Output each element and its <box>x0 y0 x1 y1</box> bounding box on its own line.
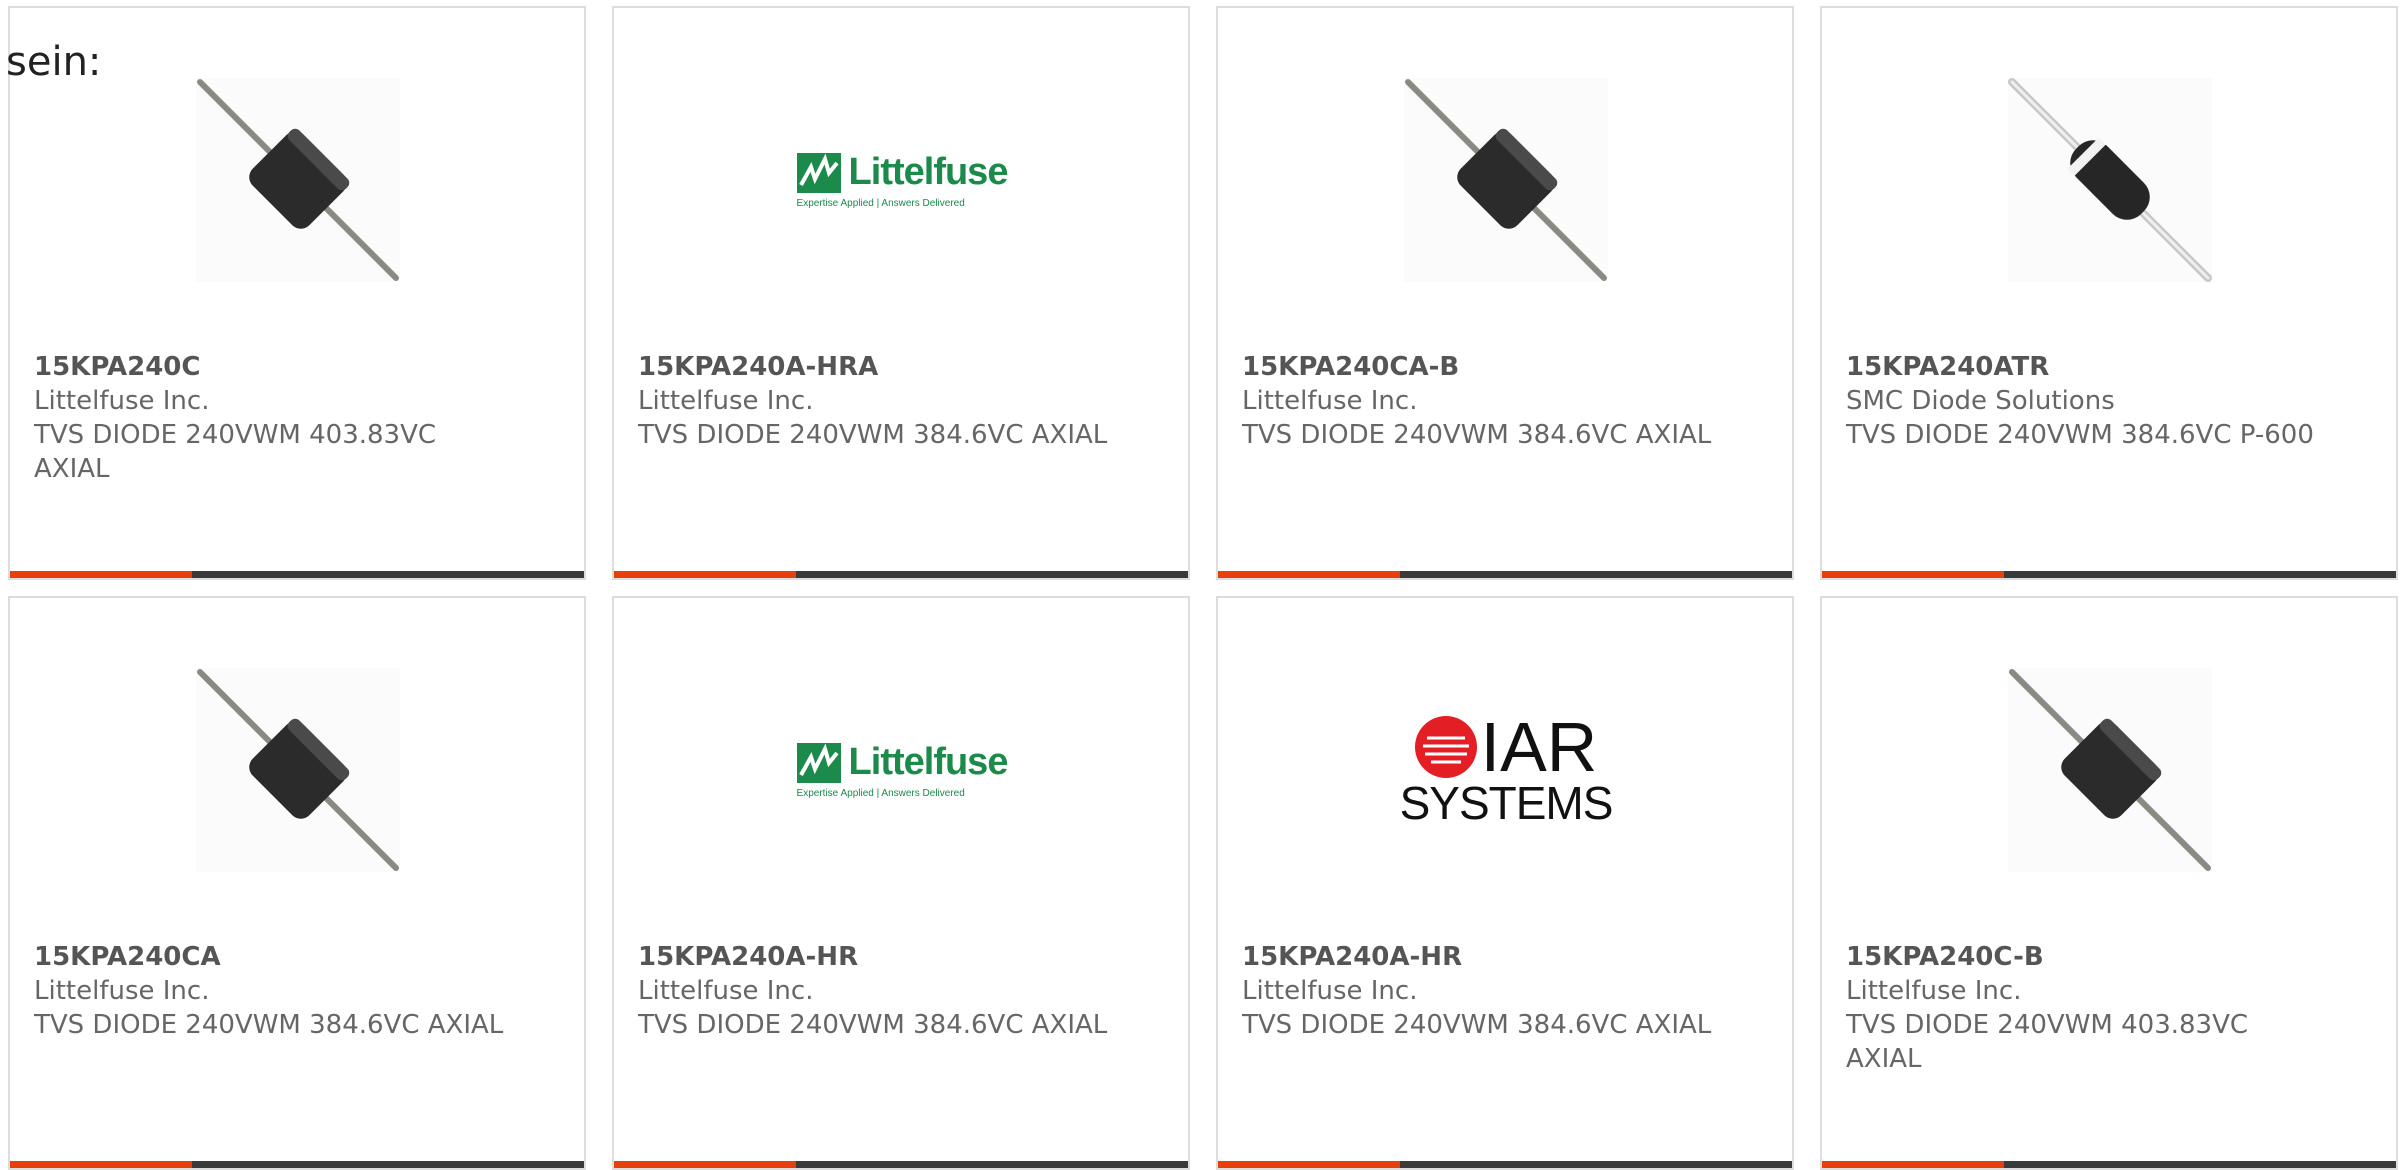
card-accent <box>1218 1161 1400 1168</box>
banded-diode-icon <box>2008 78 2212 282</box>
axial-diode-icon <box>197 79 399 281</box>
card-accent <box>1822 571 2004 578</box>
card-bottom-bar <box>1218 1161 1792 1168</box>
description: TVS DIODE 240VWM 403.83VC AXIAL <box>1846 1010 2249 1074</box>
product-info: 15KPA240C-B Littelfuse Inc. TVS DIODE 24… <box>1846 940 2316 1076</box>
iar-systems-logo: IAR SYSTEMS <box>1399 708 1614 829</box>
logo-wordmark: Littelfuse <box>848 151 1009 193</box>
description: TVS DIODE 240VWM 384.6VC P-600 <box>1846 420 2314 450</box>
description: TVS DIODE 240VWM 384.6VC AXIAL <box>1242 1010 1712 1040</box>
product-card[interactable]: 15KPA240ATR SMC Diode Solutions TVS DIOD… <box>1820 6 2398 580</box>
description: TVS DIODE 240VWM 384.6VC AXIAL <box>1242 420 1712 450</box>
axial-diode-icon <box>2009 669 2211 871</box>
logo-tagline: Expertise Applied | Answers Delivered <box>796 788 965 799</box>
part-number[interactable]: 15KPA240C-B <box>1846 940 2316 974</box>
littelfuse-mark-icon <box>796 742 841 783</box>
product-card[interactable]: IAR SYSTEMS 15KPA240A-HR Littelfuse Inc.… <box>1216 596 1794 1170</box>
axial-diode-icon <box>1405 79 1607 281</box>
card-accent <box>614 1161 796 1168</box>
part-number[interactable]: 15KPA240A-HR <box>1242 940 1712 974</box>
card-bottom-bar <box>1218 571 1792 578</box>
littelfuse-mark-icon <box>796 152 841 193</box>
littelfuse-logo: Littelfuse Expertise Applied | Answers D… <box>796 151 1009 209</box>
card-accent <box>1218 571 1400 578</box>
product-card[interactable]: 15KPA240C-B Littelfuse Inc. TVS DIODE 24… <box>1820 596 2398 1170</box>
product-info: 15KPA240A-HR Littelfuse Inc. TVS DIODE 2… <box>1242 940 1712 1042</box>
logo-tagline: Expertise Applied | Answers Delivered <box>796 198 965 209</box>
littelfuse-logo: Littelfuse Expertise Applied | Answers D… <box>796 741 1009 799</box>
product-info: 15KPA240CA Littelfuse Inc. TVS DIODE 240… <box>34 940 504 1042</box>
product-info: 15KPA240A-HRA Littelfuse Inc. TVS DIODE … <box>638 350 1108 452</box>
card-accent <box>614 571 796 578</box>
logo-tagline: SYSTEMS <box>1399 777 1614 829</box>
manufacturer: SMC Diode Solutions <box>1846 386 2115 416</box>
part-number[interactable]: 15KPA240ATR <box>1846 350 2316 384</box>
part-number[interactable]: 15KPA240CA <box>34 940 504 974</box>
manufacturer: Littelfuse Inc. <box>1242 976 1418 1006</box>
description: TVS DIODE 240VWM 384.6VC AXIAL <box>34 1010 504 1040</box>
axial-diode-icon <box>197 669 399 871</box>
card-accent <box>10 1161 192 1168</box>
card-bottom-bar <box>10 571 584 578</box>
product-image[interactable]: IAR SYSTEMS <box>1400 668 1613 872</box>
iar-circle-icon <box>1414 716 1477 778</box>
manufacturer: Littelfuse Inc. <box>34 386 210 416</box>
intro-text: sein: <box>6 39 102 85</box>
product-image[interactable]: Littelfuse Expertise Applied | Answers D… <box>796 668 1008 872</box>
manufacturer: Littelfuse Inc. <box>1242 386 1418 416</box>
card-bottom-bar <box>614 571 1188 578</box>
product-image[interactable]: Littelfuse Expertise Applied | Answers D… <box>796 78 1008 282</box>
manufacturer: Littelfuse Inc. <box>638 976 814 1006</box>
part-number[interactable]: 15KPA240A-HR <box>638 940 1108 974</box>
description: TVS DIODE 240VWM 403.83VC AXIAL <box>34 420 437 484</box>
card-bottom-bar <box>1822 571 2396 578</box>
card-accent <box>1822 1161 2004 1168</box>
card-bottom-bar <box>1822 1161 2396 1168</box>
card-bottom-bar <box>10 1161 584 1168</box>
product-image[interactable] <box>2008 668 2212 872</box>
product-image[interactable] <box>1404 78 1608 282</box>
product-card[interactable]: Littelfuse Expertise Applied | Answers D… <box>612 596 1190 1170</box>
product-card[interactable]: 15KPA240C Littelfuse Inc. TVS DIODE 240V… <box>8 6 586 580</box>
product-image[interactable] <box>2008 78 2212 282</box>
product-card[interactable]: 15KPA240CA Littelfuse Inc. TVS DIODE 240… <box>8 596 586 1170</box>
logo-wordmark: Littelfuse <box>848 741 1009 783</box>
manufacturer: Littelfuse Inc. <box>1846 976 2022 1006</box>
product-card[interactable]: Littelfuse Expertise Applied | Answers D… <box>612 6 1190 580</box>
product-card[interactable]: 15KPA240CA-B Littelfuse Inc. TVS DIODE 2… <box>1216 6 1794 580</box>
manufacturer: Littelfuse Inc. <box>34 976 210 1006</box>
card-bottom-bar <box>614 1161 1188 1168</box>
card-accent <box>10 571 192 578</box>
product-info: 15KPA240CA-B Littelfuse Inc. TVS DIODE 2… <box>1242 350 1712 452</box>
manufacturer: Littelfuse Inc. <box>638 386 814 416</box>
product-image[interactable] <box>196 78 400 282</box>
product-info: 15KPA240C Littelfuse Inc. TVS DIODE 240V… <box>34 350 504 486</box>
logo-wordmark: IAR <box>1480 708 1598 786</box>
description: TVS DIODE 240VWM 384.6VC AXIAL <box>638 1010 1108 1040</box>
description: TVS DIODE 240VWM 384.6VC AXIAL <box>638 420 1108 450</box>
part-number[interactable]: 15KPA240C <box>34 350 504 384</box>
part-number[interactable]: 15KPA240A-HRA <box>638 350 1108 384</box>
product-info: 15KPA240A-HR Littelfuse Inc. TVS DIODE 2… <box>638 940 1108 1042</box>
product-image[interactable] <box>196 668 400 872</box>
product-info: 15KPA240ATR SMC Diode Solutions TVS DIOD… <box>1846 350 2316 452</box>
part-number[interactable]: 15KPA240CA-B <box>1242 350 1712 384</box>
